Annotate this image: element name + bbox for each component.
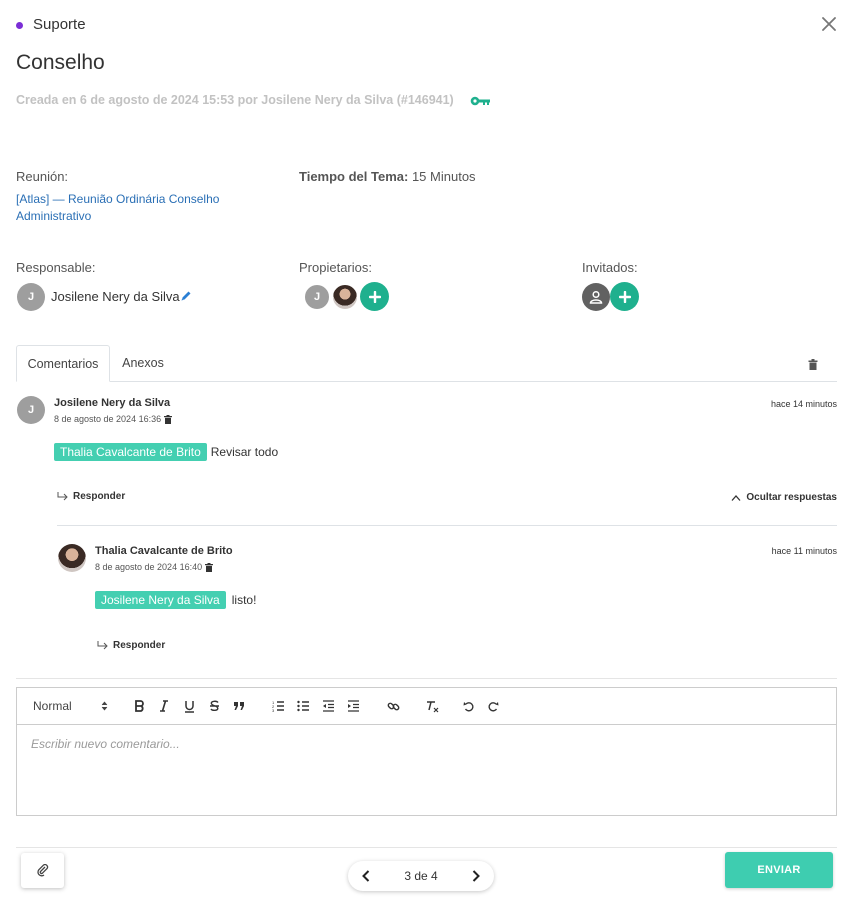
meeting-link-line1: [Atlas] — Reunião Ordinária Conselho [16, 192, 220, 206]
reply-avatar [58, 544, 86, 572]
owner-photo-avatar [331, 283, 359, 311]
comment-author: Josilene Nery da Silva [54, 397, 171, 409]
owner-avatar-initial: J [313, 291, 321, 303]
indent-icon[interactable] [345, 697, 361, 715]
created-info: Creada en 6 de agosto de 2024 15:53 por … [16, 93, 454, 107]
owner-avatar: J [303, 283, 331, 311]
trash-icon[interactable] [808, 357, 818, 370]
tab-attachments[interactable]: Anexos [112, 345, 174, 381]
pager-label: 3 de 4 [404, 869, 438, 883]
send-button-label: ENVIAR [757, 864, 801, 876]
svg-text:3: 3 [272, 708, 275, 712]
key-icon[interactable] [470, 94, 492, 106]
blockquote-icon[interactable] [231, 697, 247, 715]
reply-arrow-icon [57, 492, 68, 501]
reply-author: Thalia Cavalcante de Brito [95, 545, 233, 557]
category-dot [16, 22, 23, 29]
bold-icon[interactable] [131, 697, 147, 715]
guest-placeholder-avatar [582, 283, 610, 311]
page-title: Conselho [16, 51, 105, 74]
delete-comment-icon[interactable] [164, 414, 173, 424]
person-icon [589, 290, 603, 304]
reply-relative-time: hace 11 minutos [771, 546, 837, 556]
meeting-link-line2: Administrativo [16, 209, 92, 223]
meeting-label: Reunión: [16, 169, 69, 184]
footer-divider [16, 847, 837, 848]
paperclip-icon [36, 864, 48, 877]
send-button[interactable]: ENVIAR [725, 852, 833, 888]
comment-date-text: 8 de agosto de 2024 16:36 [54, 414, 162, 424]
comments-divider [16, 678, 837, 679]
tab-bar-line [16, 381, 837, 382]
reply-reply-label: Responder [113, 640, 166, 651]
comment-avatar-initial: J [27, 404, 35, 416]
reply-mention-tag[interactable]: Josilene Nery da Silva [95, 591, 226, 609]
chevron-left-icon [362, 870, 370, 882]
outdent-icon[interactable] [320, 697, 336, 715]
format-select-value: Normal [33, 699, 72, 713]
responsible-avatar: J [17, 283, 45, 311]
reply-button[interactable]: Responder [57, 491, 125, 502]
category-label: Suporte [33, 16, 86, 33]
reply-reply-button[interactable]: Responder [97, 640, 165, 651]
reply-date-text: 8 de agosto de 2024 16:40 [95, 562, 203, 572]
ordered-list-icon[interactable]: 123 [270, 697, 286, 715]
owners-label: Propietarios: [299, 260, 372, 275]
add-guest-button[interactable] [610, 282, 639, 311]
add-owner-button[interactable] [360, 282, 389, 311]
responsible-name: Josilene Nery da Silva [51, 289, 180, 304]
editor-toolbar-divider [17, 724, 836, 725]
delete-reply-icon[interactable] [205, 562, 214, 572]
topic-time-label: Tiempo del Tema: [299, 169, 409, 184]
reply-arrow-icon [97, 641, 108, 650]
attach-button[interactable] [21, 853, 64, 888]
topic-time-value: 15 Minutos [411, 169, 476, 184]
undo-icon[interactable] [460, 697, 476, 715]
comment-relative-time: hace 14 minutos [770, 399, 837, 409]
comment-text: Revisar todo [210, 445, 279, 459]
format-select[interactable]: Normal [33, 697, 108, 715]
tab-comments-label: Comentarios [27, 356, 99, 371]
reply-label: Responder [73, 491, 126, 502]
meeting-link[interactable]: [Atlas] — Reunião Ordinária Conselho Adm… [16, 191, 219, 225]
clear-format-icon[interactable] [424, 697, 440, 715]
comment-body: Thalia Cavalcante de Brito Revisar todo [54, 443, 278, 461]
guests-label: Invitados: [582, 260, 638, 275]
reply-text: listo! [231, 593, 257, 607]
link-icon[interactable] [385, 697, 401, 715]
comment-avatar: J [17, 396, 45, 424]
bullet-list-icon[interactable] [295, 697, 311, 715]
hide-replies-button[interactable]: Ocultar respuestas [731, 492, 837, 503]
select-arrows-icon [101, 701, 108, 711]
responsible-label: Responsable: [16, 260, 96, 275]
chevron-right-icon [472, 870, 480, 882]
mention-tag[interactable]: Thalia Cavalcante de Brito [54, 443, 207, 461]
reply-divider [57, 525, 837, 526]
redo-icon[interactable] [485, 697, 501, 715]
strikethrough-icon[interactable] [206, 697, 222, 715]
reply-date: 8 de agosto de 2024 16:40 [95, 562, 214, 572]
tab-attachments-label: Anexos [122, 356, 164, 370]
edit-pencil-icon[interactable] [180, 289, 192, 301]
responsible-avatar-initial: J [27, 291, 35, 303]
underline-icon[interactable] [181, 697, 197, 715]
next-page-button[interactable] [469, 869, 483, 883]
topic-time: Tiempo del Tema: 15 Minutos [299, 169, 476, 184]
comment-input[interactable]: Escribir nuevo comentario... [17, 726, 836, 815]
chevron-up-icon [731, 494, 741, 501]
prev-page-button[interactable] [359, 869, 373, 883]
close-icon[interactable] [820, 15, 838, 33]
tab-comments[interactable]: Comentarios [16, 345, 110, 382]
pager: 3 de 4 [348, 861, 494, 891]
reply-body: Josilene Nery da Silva listo! [95, 591, 256, 609]
italic-icon[interactable] [156, 697, 172, 715]
comment-date: 8 de agosto de 2024 16:36 [54, 414, 173, 424]
hide-replies-label: Ocultar respuestas [746, 492, 837, 503]
